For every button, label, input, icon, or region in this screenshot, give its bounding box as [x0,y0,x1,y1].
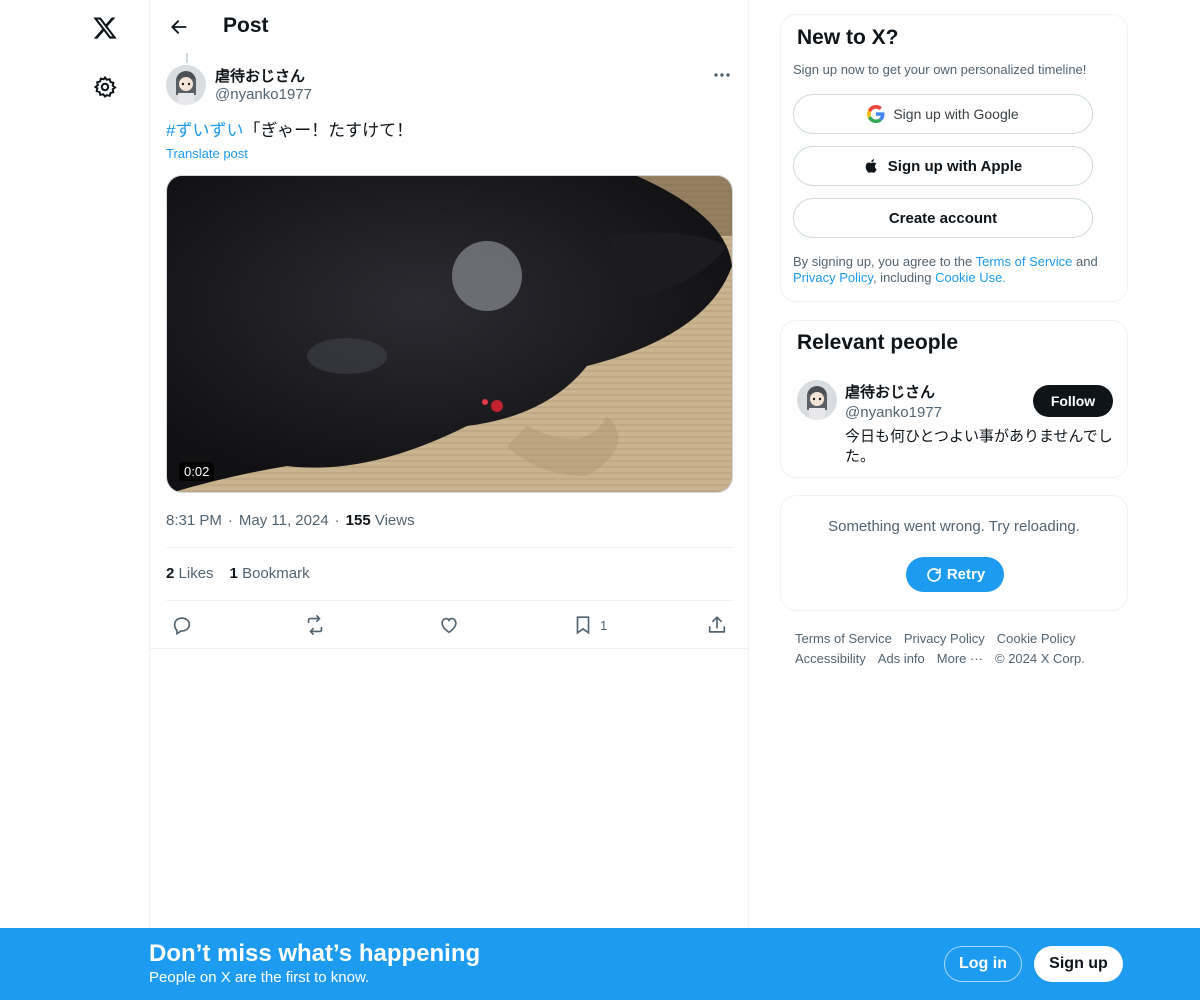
terms-text: , including [872,270,936,285]
author-avatar[interactable] [166,65,206,105]
signup-terms: By signing up, you agree to the Terms of… [793,254,1123,286]
banner-subtitle: People on X are the first to know. [149,969,370,986]
views-stat: 155 Views [346,512,415,529]
apple-icon [865,159,877,173]
privacy-policy-link[interactable]: Privacy Policy [793,270,873,285]
terms-of-service-link[interactable]: Terms of Service [976,254,1073,269]
arrow-left-icon [171,20,187,34]
bookmarks-label: Bookmark [242,565,310,582]
repost-icon [307,615,323,635]
author-name[interactable]: 虐待おじさん [215,65,305,86]
bookmark-count: 1 [600,617,608,633]
bookmark-button[interactable]: 1 [572,612,607,638]
post-meta: 8:31 PM · May 11, 2024 · 155 Views [166,512,415,529]
footer-link-privacy[interactable]: Privacy Policy [904,629,985,649]
footer-link-ads-info[interactable]: Ads info [878,649,925,669]
left-nav [0,0,150,1000]
signup-subtitle: Sign up now to get your own personalized… [793,62,1087,77]
page-title: Post [223,14,269,37]
reply-icon [173,617,191,636]
person-avatar[interactable] [797,380,837,420]
likes-count: 2 [166,565,175,582]
google-icon [867,105,885,123]
more-options-icon[interactable] [710,64,734,86]
video-thumbnail [167,176,732,492]
footer-link-cookie[interactable]: Cookie Policy [997,629,1076,649]
signup-title: New to X? [797,26,899,49]
back-button[interactable] [162,10,196,44]
login-button[interactable]: Log in [944,946,1022,982]
divider [166,600,733,601]
bookmarks-stat[interactable]: 1 Bookmark [230,565,310,582]
meta-separator: · [334,512,340,529]
person-handle[interactable]: @nyanko1977 [845,404,942,421]
x-logo-icon[interactable] [85,8,125,48]
heart-icon [441,617,457,634]
post-text: #ずいずい「ぎゃー！たすけて！ [166,120,413,142]
share-icon [708,616,726,633]
signup-button[interactable]: Sign up [1034,946,1123,982]
repost-button[interactable] [303,612,327,638]
person-name[interactable]: 虐待おじさん [845,381,935,402]
retry-label: Retry [946,566,986,583]
post-video[interactable]: 0:02 [166,175,733,493]
refresh-icon [927,567,941,582]
meta-separator: · [227,512,233,529]
relevant-people-title: Relevant people [797,331,959,354]
share-button[interactable] [706,612,728,638]
likes-stat[interactable]: 2 Likes [166,565,214,582]
post-date[interactable]: May 11, 2024 [239,512,329,529]
post-body: 「ぎゃー！たすけて！ [243,121,414,140]
footer-copyright: © 2024 X Corp. [995,651,1085,666]
person-bio: 今日も何ひとつよい事がありませんでした。 [845,428,1113,465]
hashtag-link[interactable]: #ずいずい [166,121,243,140]
signup-google-label: Sign up with Google [893,106,1019,122]
cookie-use-link[interactable]: Cookie Use. [935,270,1006,285]
like-button[interactable] [438,612,460,638]
divider [150,648,748,649]
signup-apple-label: Sign up with Apple [887,157,1023,175]
create-account-button[interactable]: Create account [793,198,1093,238]
divider [166,547,733,548]
bookmarks-count: 1 [229,565,238,582]
signup-google-button[interactable]: Sign up with Google [793,94,1093,134]
terms-text: and [1072,254,1098,269]
reply-button[interactable] [171,612,193,638]
terms-text: By signing up, you agree to the [793,254,976,269]
main-column: Post 虐待おじさん @nyanko1977 #ずいずい「ぎゃー！たすけて！ … [149,0,749,1000]
relevant-people-card: Relevant people 虐待おじさん @nyanko1977 今日も何ひ… [780,320,1128,478]
gear-icon[interactable] [85,67,125,107]
footer-link-accessibility[interactable]: Accessibility [795,649,866,669]
banner-title: Don’t miss what’s happening [149,940,481,967]
likes-label: Likes [178,565,214,582]
thread-line [186,53,188,63]
error-card: Something went wrong. Try reloading. Ret… [780,495,1128,611]
views-label: Views [374,512,415,529]
footer-link-more[interactable]: More ··· [937,649,983,669]
footer-link-terms[interactable]: Terms of Service [795,629,892,649]
views-count: 155 [345,512,371,529]
translate-post-link[interactable]: Translate post [166,146,248,161]
follow-button[interactable]: Follow [1033,385,1113,417]
signup-apple-button[interactable]: Sign up with Apple [793,146,1093,186]
footer-links: Terms of Service Privacy Policy Cookie Pol… [795,629,1125,669]
signup-banner: Don’t miss what’s happening People on X … [0,928,1200,1000]
post-time[interactable]: 8:31 PM [166,512,222,529]
post-stats: 2 Likes 1 Bookmark [166,565,310,582]
signup-card: New to X? Sign up now to get your own pe… [780,14,1128,302]
bookmark-icon [576,616,590,635]
post-actions: 1 [166,612,733,638]
author-handle[interactable]: @nyanko1977 [215,86,312,103]
error-message: Something went wrong. Try reloading. [828,518,1080,535]
retry-button[interactable]: Retry [906,557,1004,592]
video-duration: 0:02 [179,462,215,481]
